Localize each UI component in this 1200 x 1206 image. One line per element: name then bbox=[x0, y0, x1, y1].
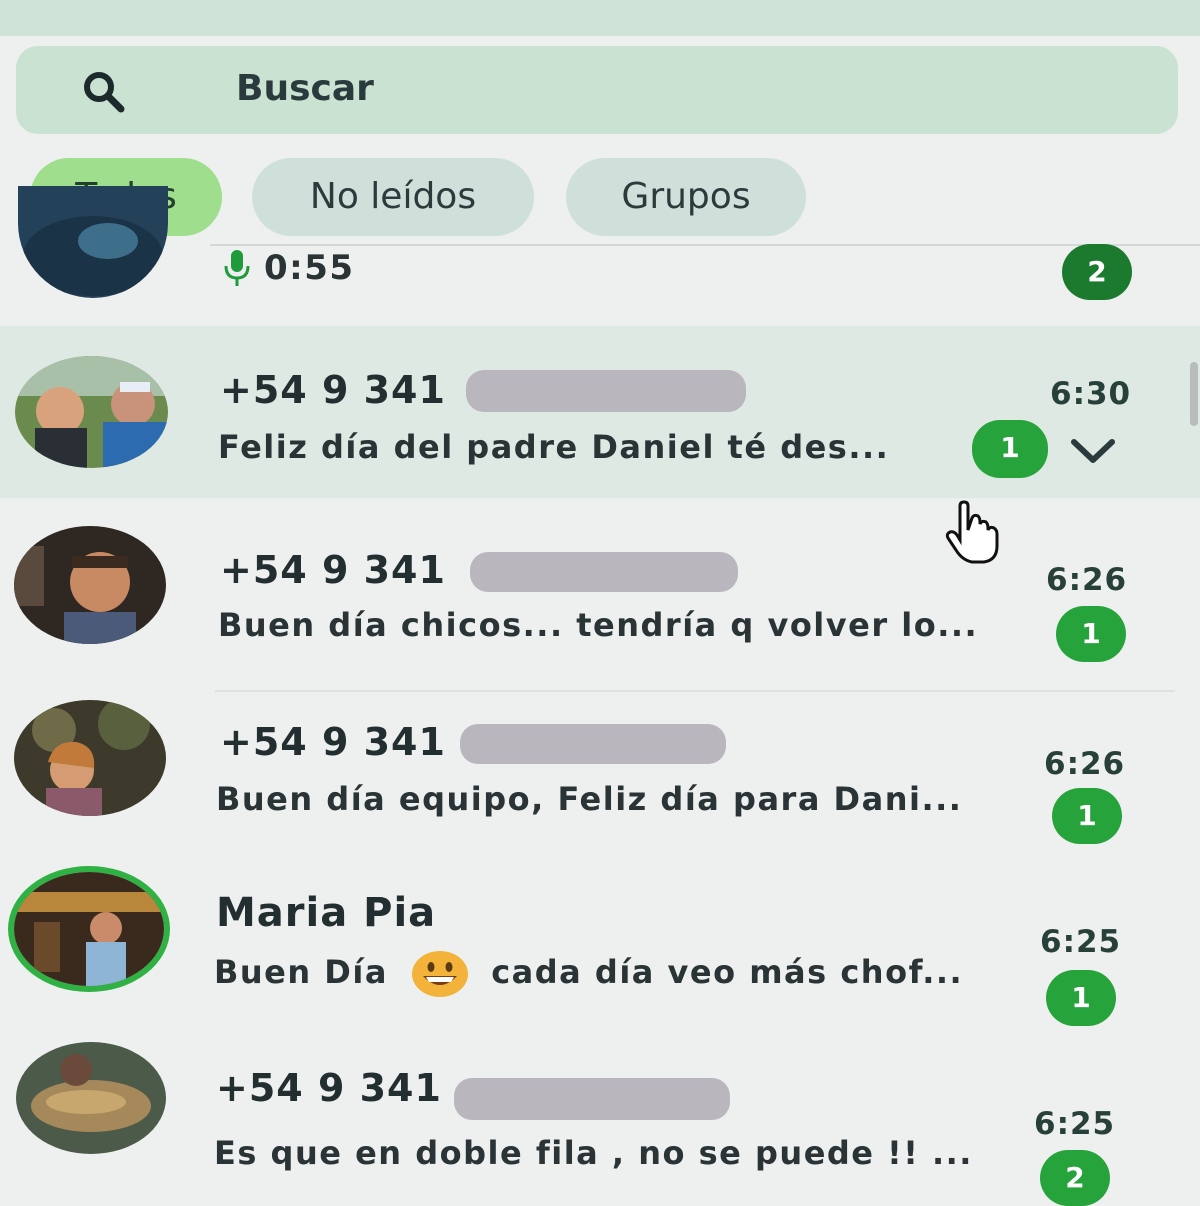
chat-message: Es que en doble fila , no se puede !! ..… bbox=[214, 1134, 973, 1172]
unread-badge: 1 bbox=[1052, 788, 1122, 844]
chat-time: 6:25 bbox=[1034, 1106, 1116, 1142]
chat-row[interactable]: +54 9 341 6:26 Buen día equipo, Feliz dí… bbox=[0, 694, 1200, 864]
avatar bbox=[18, 186, 168, 298]
microphone-icon bbox=[224, 250, 250, 286]
contact-name: +54 9 341 bbox=[216, 1066, 442, 1110]
chat-row[interactable]: Maria Pia 6:25 Buen Día cada día veo más… bbox=[0, 866, 1200, 1036]
avatar bbox=[16, 1042, 166, 1154]
chevron-down-icon[interactable] bbox=[1068, 432, 1118, 468]
contact-name: +54 9 341 bbox=[220, 548, 446, 592]
search-icon bbox=[84, 72, 125, 113]
redacted-number bbox=[470, 552, 738, 592]
grinning-face-emoji bbox=[411, 951, 468, 997]
chat-time: 6:25 bbox=[1040, 924, 1122, 960]
filter-grupos[interactable]: Grupos bbox=[566, 158, 806, 236]
chat-message-text: cada día veo más chof... bbox=[491, 953, 964, 991]
chat-time: 6:26 bbox=[1046, 562, 1128, 598]
avatar bbox=[14, 526, 166, 644]
unread-badge: 2 bbox=[1040, 1150, 1110, 1206]
chat-message: Feliz día del padre Daniel té des... bbox=[218, 428, 890, 466]
chat-message: Buen Día cada día veo más chof... bbox=[214, 950, 963, 998]
header-band bbox=[0, 0, 1200, 36]
filter-no-leidos[interactable]: No leídos bbox=[252, 158, 534, 236]
chat-row[interactable]: +54 9 341 6:25 Es que en doble fila , no… bbox=[0, 1036, 1200, 1206]
chat-row[interactable]: +54 9 341 6:30 Feliz día del padre Danie… bbox=[0, 326, 1200, 498]
avatar bbox=[15, 356, 168, 468]
chat-row[interactable]: 0:55 2 bbox=[0, 186, 1200, 326]
unread-badge: 1 bbox=[972, 420, 1048, 478]
chat-message: 0:55 bbox=[264, 248, 355, 288]
unread-badge: 1 bbox=[1046, 970, 1116, 1026]
chat-row[interactable]: +54 9 341 6:26 Buen día chicos... tendrí… bbox=[0, 508, 1200, 684]
row-divider bbox=[215, 690, 1175, 692]
contact-name: +54 9 341 bbox=[220, 720, 446, 764]
contact-name: +54 9 341 bbox=[220, 368, 446, 412]
scrollbar[interactable] bbox=[1190, 362, 1198, 426]
unread-badge: 1 bbox=[1056, 606, 1126, 662]
chat-message-text: Buen Día bbox=[214, 953, 388, 991]
chat-time: 6:26 bbox=[1044, 746, 1126, 782]
redacted-number bbox=[460, 724, 726, 764]
search-placeholder[interactable]: Buscar bbox=[236, 68, 374, 109]
filter-tabs: Todos No leídos Grupos bbox=[0, 150, 1200, 242]
chat-message: Buen día equipo, Feliz día para Dani... bbox=[216, 780, 963, 818]
redacted-number bbox=[454, 1078, 730, 1120]
chat-message: Buen día chicos... tendría q volver lo..… bbox=[218, 606, 979, 644]
redacted-number bbox=[466, 370, 746, 412]
avatar bbox=[14, 872, 164, 986]
search-bar[interactable]: Buscar bbox=[16, 46, 1178, 134]
contact-name: Maria Pia bbox=[216, 890, 437, 936]
unread-badge: 2 bbox=[1062, 244, 1132, 300]
chat-time: 6:30 bbox=[1050, 376, 1132, 412]
avatar bbox=[14, 700, 166, 816]
